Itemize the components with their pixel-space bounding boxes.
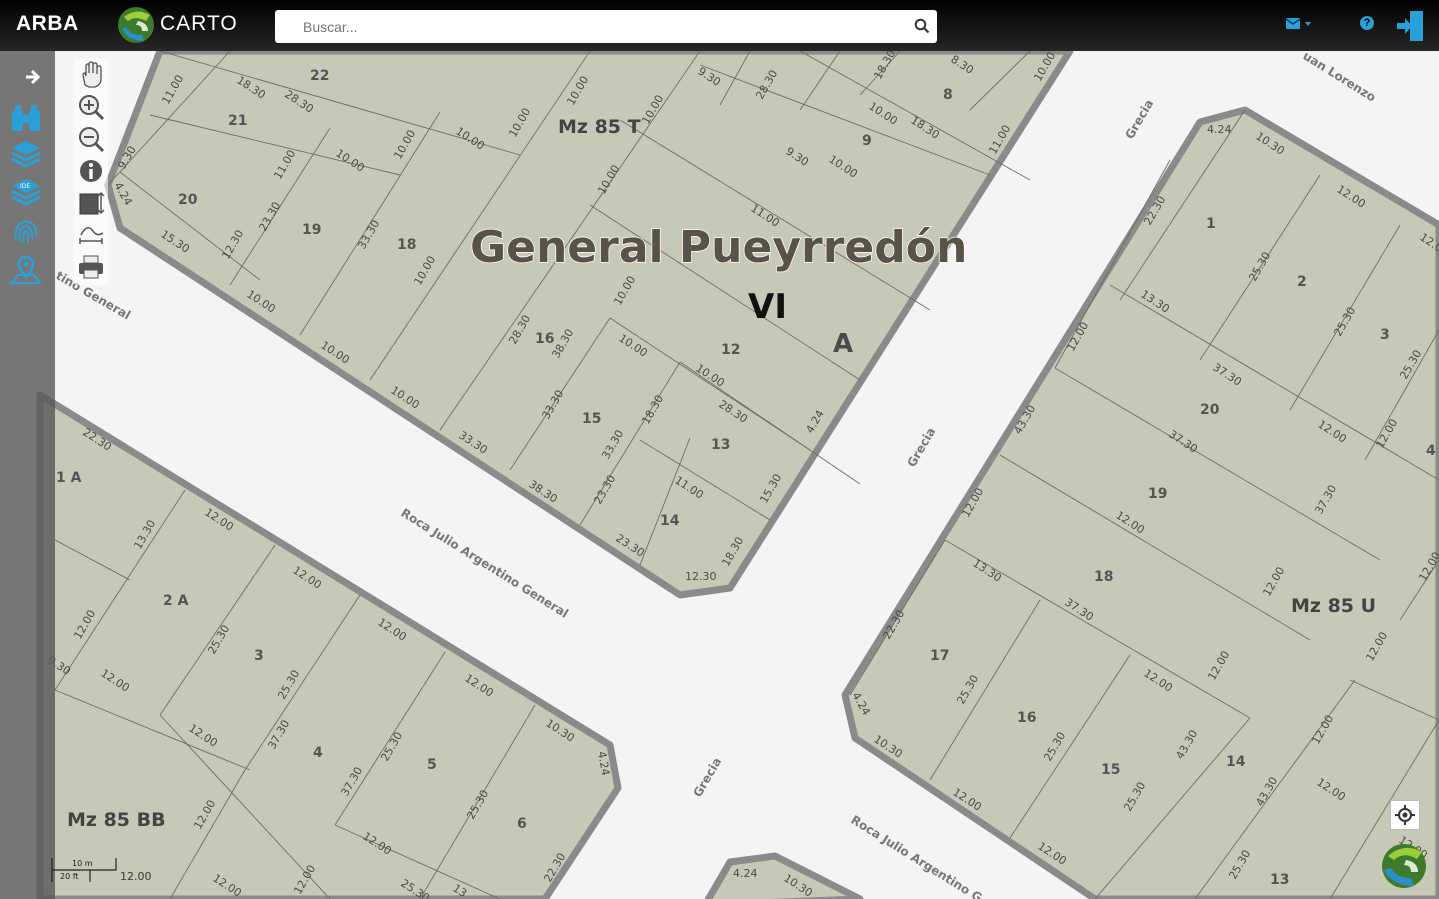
carto-corner-logo-icon	[1382, 844, 1426, 888]
dimension-label: 4.24	[1207, 123, 1232, 136]
block-label-u: Mz 85 U	[1291, 595, 1376, 617]
search-input[interactable]	[301, 18, 905, 36]
parcel-number[interactable]: 19	[302, 222, 321, 238]
parcel-number[interactable]: 5	[427, 757, 437, 773]
parcel-number[interactable]: 18	[1094, 569, 1113, 585]
binoculars-icon[interactable]	[10, 103, 42, 133]
parcel-number[interactable]: 13	[1270, 872, 1289, 888]
exit-icon[interactable]	[1396, 10, 1426, 42]
parcel-number[interactable]: 3	[1380, 327, 1390, 343]
scale-feet: 20 ft	[60, 872, 79, 881]
parcel-number[interactable]: 12	[721, 342, 740, 358]
parcel-number[interactable]: 20	[1200, 402, 1220, 418]
parcel-number[interactable]: 20	[178, 192, 198, 208]
crosshair-icon	[1395, 805, 1415, 825]
parcel-number[interactable]: 16	[535, 331, 554, 347]
print-icon[interactable]	[77, 253, 105, 281]
scale-bar: 10 m 20 ft	[51, 858, 117, 882]
svg-text:IDE: IDE	[20, 183, 30, 190]
parcel-number[interactable]: 3	[254, 648, 264, 664]
help-icon[interactable]: ?	[1360, 16, 1374, 30]
search-icon[interactable]	[914, 18, 930, 34]
top-bar: ARBA CARTO ?	[0, 0, 1439, 51]
parcel-number[interactable]: 2	[1297, 274, 1307, 290]
parcel-number[interactable]: 21	[228, 113, 247, 129]
arba-logo: ARBA	[16, 12, 79, 35]
dimension-label: 4.24	[733, 867, 758, 880]
cadastral-map[interactable]: 18.30 28.3011.009.304.2415.30 12.3010.0010…	[0, 51, 1439, 899]
parcel-number[interactable]: 8	[943, 87, 953, 103]
dimension-label: 12.30	[685, 570, 717, 583]
parcel-number[interactable]: 1 A	[56, 470, 82, 486]
hand-pan-icon[interactable]	[77, 61, 105, 89]
parcel-number[interactable]: 17	[930, 648, 949, 664]
search-box[interactable]	[275, 10, 937, 43]
arrow-right-icon[interactable]	[10, 65, 42, 95]
parcel-number[interactable]: 2 A	[163, 593, 189, 609]
mail-icon[interactable]	[1286, 17, 1316, 31]
parcel-number[interactable]: 19	[1148, 486, 1167, 502]
parcel-number[interactable]: 6	[517, 816, 527, 832]
parcel-number[interactable]: 4	[1426, 443, 1436, 459]
left-sidebar: IDE	[0, 51, 55, 899]
ide-layers-icon[interactable]: IDE	[10, 177, 42, 207]
carto-brand: CARTO	[160, 12, 238, 35]
parcel-number[interactable]: 16	[1017, 710, 1036, 726]
parcel-number[interactable]: 15	[1101, 762, 1120, 778]
map-pin-icon[interactable]	[10, 255, 42, 285]
parcel-number[interactable]: 14	[1226, 754, 1246, 770]
parcel-number[interactable]: 14	[660, 513, 680, 529]
select-area-icon[interactable]	[77, 189, 105, 217]
parcel-number[interactable]: 9	[862, 133, 872, 149]
locality-title: General Pueyrredón	[470, 222, 967, 273]
block-label-bb: Mz 85 BB	[67, 809, 166, 831]
parcel-number[interactable]: 18	[397, 237, 416, 253]
zoom-out-icon[interactable]	[77, 125, 105, 153]
parcel-number[interactable]: 13	[711, 437, 730, 453]
block-label-t: Mz 85 T	[558, 116, 641, 138]
circ-label: VI	[748, 287, 787, 327]
locate-button[interactable]	[1390, 800, 1420, 830]
info-icon[interactable]	[77, 157, 105, 185]
parcel-number[interactable]: 4	[313, 745, 323, 761]
zoom-in-icon[interactable]	[77, 93, 105, 121]
map-toolbar	[74, 59, 108, 285]
parcel-number[interactable]: 15	[582, 411, 601, 427]
scale-meters: 10 m	[72, 859, 93, 868]
measure-icon[interactable]	[77, 221, 105, 249]
dimension-label: 12.00	[120, 870, 152, 883]
fingerprint-icon[interactable]	[10, 217, 42, 247]
section-label: A	[833, 329, 853, 359]
layers-icon[interactable]	[10, 139, 42, 169]
parcel-number[interactable]: 22	[310, 68, 329, 84]
carto-logo-icon	[118, 7, 154, 43]
parcel-number[interactable]: 1	[1206, 216, 1216, 232]
